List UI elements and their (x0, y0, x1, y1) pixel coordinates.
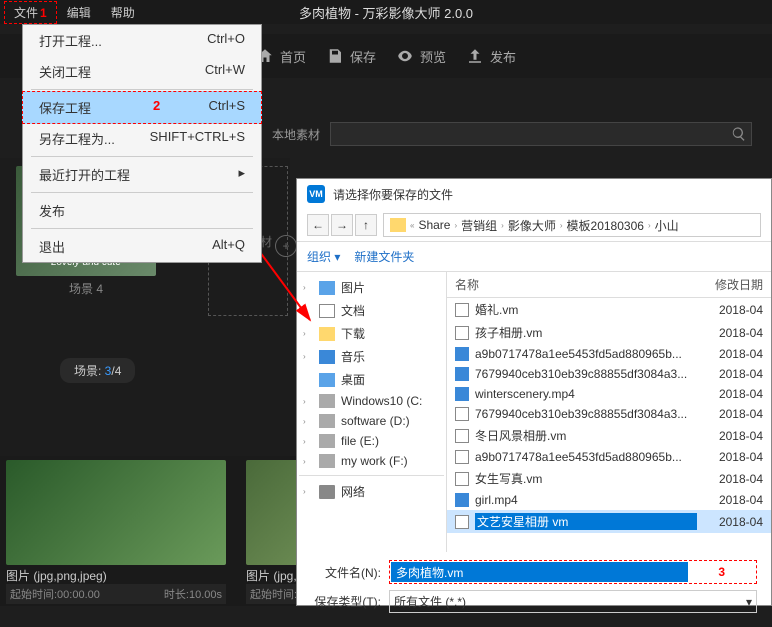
save-file-dialog: VM 请选择你要保存的文件 ← → ↑ « Share› 营销组› 影像大师› … (296, 178, 772, 606)
add-icon[interactable]: + (275, 235, 297, 257)
timeline-clip[interactable]: 图片 (jpg,png,jpeg) 起始时间:00:00.00时长:10.00s (6, 460, 226, 602)
nav-up-button[interactable]: ↑ (355, 214, 377, 236)
column-date[interactable]: 修改日期 (703, 276, 763, 293)
file-row[interactable]: 7679940ceb310eb39c88855df3084a3...2018-0… (447, 404, 771, 424)
scene-label: 场景 4 (16, 280, 156, 297)
file-row[interactable]: 女生写真.vm2018-04 (447, 467, 771, 490)
filename-input[interactable] (391, 562, 688, 582)
file-row[interactable]: 文艺安星相册 vm2018-04 (447, 510, 771, 533)
file-row[interactable]: a9b0717478a1ee5453fd5ad880965b...2018-04 (447, 344, 771, 364)
tree-item[interactable]: ›网络 (299, 480, 444, 503)
path-breadcrumb[interactable]: « Share› 营销组› 影像大师› 模板20180306› 小山 (383, 213, 761, 237)
file-row[interactable]: winterscenery.mp42018-04 (447, 384, 771, 404)
local-assets-label: 本地素材 (272, 126, 320, 143)
organize-button[interactable]: 组织 ▾ (307, 248, 340, 265)
nav-back-button[interactable]: ← (307, 214, 329, 236)
upload-icon (466, 47, 484, 65)
file-row[interactable]: 7679940ceb310eb39c88855df3084a3...2018-0… (447, 364, 771, 384)
dialog-title: 请选择你要保存的文件 (333, 186, 453, 203)
menu-open-project[interactable]: 打开工程...Ctrl+O (23, 25, 261, 56)
file-row[interactable]: 婚礼.vm2018-04 (447, 298, 771, 321)
filename-label: 文件名(N): (311, 564, 381, 581)
tree-item[interactable]: ›my work (F:) (299, 451, 444, 471)
menu-file[interactable]: 文件1 (4, 1, 57, 24)
nav-forward-button[interactable]: → (331, 214, 353, 236)
menu-help[interactable]: 帮助 (101, 1, 145, 24)
marker-3: 3 (718, 565, 725, 579)
tree-item[interactable]: ›下载 (299, 322, 444, 345)
filetype-select[interactable]: 所有文件 (*.*)▾ (389, 590, 757, 613)
tree-item[interactable]: ›音乐 (299, 345, 444, 368)
eye-icon (396, 47, 414, 65)
file-row[interactable]: 冬日风景相册.vm2018-04 (447, 424, 771, 447)
folder-icon (390, 218, 406, 232)
menu-edit[interactable]: 编辑 (57, 1, 101, 24)
marker-2: 2 (153, 98, 160, 113)
preview-button[interactable]: 预览 (396, 47, 446, 66)
app-icon: VM (307, 185, 325, 203)
tree-item[interactable]: ›software (D:) (299, 411, 444, 431)
menu-save-project[interactable]: 保存工程2Ctrl+S (22, 91, 262, 124)
asset-search-input[interactable] (330, 122, 752, 146)
menu-close-project[interactable]: 关闭工程Ctrl+W (23, 56, 261, 87)
save-icon (326, 47, 344, 65)
tree-item[interactable]: 桌面 (299, 368, 444, 391)
filetype-label: 保存类型(T): (311, 593, 381, 610)
file-list: 名称 修改日期 婚礼.vm2018-04孩子相册.vm2018-04a9b071… (447, 272, 771, 552)
new-folder-button[interactable]: 新建文件夹 (354, 248, 414, 265)
scene-counter: 场景: 3/4 (60, 358, 135, 383)
menu-publish[interactable]: 发布 (23, 195, 261, 226)
search-icon (731, 126, 747, 142)
tree-item[interactable]: ›图片 (299, 276, 444, 299)
folder-tree: ›图片›文档›下载›音乐桌面›Windows10 (C:›software (D… (297, 272, 447, 552)
file-row[interactable]: a9b0717478a1ee5453fd5ad880965b...2018-04 (447, 447, 771, 467)
file-menu-dropdown: 打开工程...Ctrl+O 关闭工程Ctrl+W 保存工程2Ctrl+S 另存工… (22, 24, 262, 263)
file-row[interactable]: 孩子相册.vm2018-04 (447, 321, 771, 344)
column-name[interactable]: 名称 (455, 276, 703, 293)
menu-saveas-project[interactable]: 另存工程为...SHIFT+CTRL+S (23, 123, 261, 154)
tree-item[interactable]: ›file (E:) (299, 431, 444, 451)
tree-item[interactable]: ›文档 (299, 299, 444, 322)
home-button[interactable]: 首页 (256, 47, 306, 66)
marker-1: 1 (40, 6, 47, 20)
menu-recent-projects[interactable]: 最近打开的工程▸ (23, 159, 261, 190)
menu-exit[interactable]: 退出Alt+Q (23, 231, 261, 262)
file-row[interactable]: girl.mp42018-04 (447, 490, 771, 510)
save-button[interactable]: 保存 (326, 47, 376, 66)
publish-button[interactable]: 发布 (466, 47, 516, 66)
tree-item[interactable]: ›Windows10 (C: (299, 391, 444, 411)
